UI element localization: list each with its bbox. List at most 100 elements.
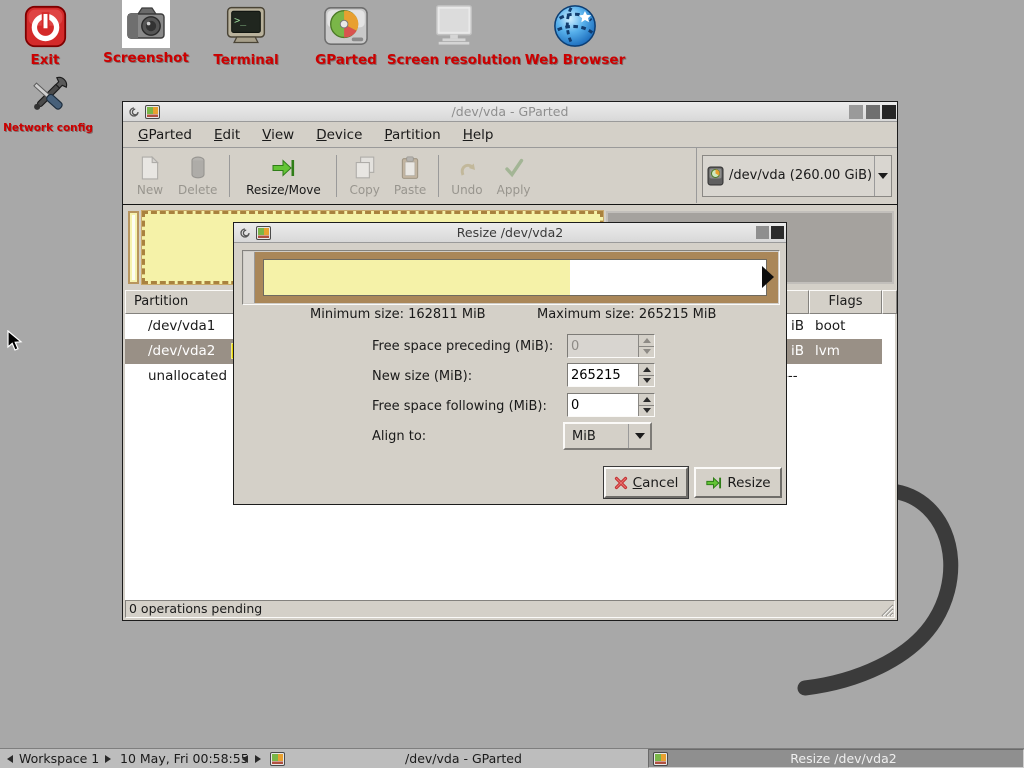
menu-view[interactable]: View xyxy=(251,124,305,146)
workspace-prev-icon[interactable] xyxy=(7,755,13,763)
pager-prev-icon[interactable] xyxy=(242,755,248,763)
size-fragment: iB xyxy=(791,339,804,364)
delete-partition-icon xyxy=(188,156,208,180)
camera-icon xyxy=(101,0,191,48)
desktop-icon-web-browser[interactable]: Web Browser xyxy=(520,2,630,68)
main-window-titlebar[interactable]: /dev/vda - GParted xyxy=(123,102,897,122)
new-size-label: New size (MiB): xyxy=(372,369,472,384)
desktop-icon-label: Network config xyxy=(2,122,94,134)
workspace-label: Workspace 1 xyxy=(19,751,99,766)
menu-device[interactable]: Device xyxy=(305,124,373,146)
menubar: GParted Edit View Device Partition Help xyxy=(123,122,897,148)
align-to-label: Align to: xyxy=(372,429,426,444)
toolbar-separator xyxy=(229,155,230,197)
desktop-icon-gparted[interactable]: GParted xyxy=(306,2,386,68)
desktop-icon-exit[interactable]: Exit xyxy=(12,2,78,68)
svg-text:>_: >_ xyxy=(234,15,247,26)
minimize-button[interactable] xyxy=(849,105,863,119)
status-bar: 0 operations pending xyxy=(125,600,895,618)
spin-down-icon[interactable] xyxy=(639,376,654,387)
task-title: /dev/vda - GParted xyxy=(285,751,642,766)
menu-help[interactable]: Help xyxy=(452,124,505,146)
spin-up-icon[interactable] xyxy=(639,394,654,406)
undo-button[interactable]: Undo xyxy=(444,151,489,201)
visual-partition-vda1[interactable] xyxy=(128,211,139,284)
free-space-following-input[interactable] xyxy=(568,394,638,416)
desktop-icon-label: GParted xyxy=(306,52,386,68)
desktop-icon-network-config[interactable]: Network config xyxy=(2,72,94,134)
resize-button-label: Resize xyxy=(727,475,770,491)
delete-button[interactable]: Delete xyxy=(171,151,224,201)
resize-move-button[interactable]: Resize/Move xyxy=(235,151,331,201)
free-space-following-label: Free space following (MiB): xyxy=(372,399,547,414)
chevron-down-icon xyxy=(635,433,645,439)
device-selector-area: /dev/vda (260.00 GiB) xyxy=(696,148,897,203)
flags-value: boot xyxy=(815,314,845,339)
left-grab-handle[interactable] xyxy=(244,252,255,303)
desktop-icon-screen-resolution[interactable]: Screen resolution xyxy=(384,2,524,68)
paste-icon xyxy=(400,156,420,180)
column-header-flags[interactable]: Flags xyxy=(809,290,882,314)
desktop-icon-terminal[interactable]: >_ Terminal xyxy=(204,2,288,68)
taskbar-task-gparted[interactable]: /dev/vda - GParted xyxy=(266,749,646,768)
tools-icon xyxy=(2,72,94,120)
gparted-app-mini-icon xyxy=(270,752,285,766)
partition-bar xyxy=(263,259,767,296)
resize-grip[interactable] xyxy=(879,602,894,617)
taskbar-task-resize-dialog[interactable]: Resize /dev/vda2 xyxy=(648,749,1024,768)
cancel-button-label: Cancel xyxy=(633,475,679,491)
menu-gparted[interactable]: GParted xyxy=(127,124,203,146)
partition-name: /dev/vda2 xyxy=(125,343,215,359)
menu-partition[interactable]: Partition xyxy=(373,124,451,146)
menu-edit[interactable]: Edit xyxy=(203,124,251,146)
maximum-size-label: Maximum size: 265215 MiB xyxy=(537,307,716,322)
align-to-value: MiB xyxy=(565,429,628,444)
copy-button[interactable]: Copy xyxy=(342,151,386,201)
new-button[interactable]: New xyxy=(129,151,171,201)
resize-button[interactable]: Resize xyxy=(694,467,782,498)
partition-name: unallocated xyxy=(125,368,227,384)
task-title: Resize /dev/vda2 xyxy=(668,751,1019,766)
undo-icon xyxy=(456,156,478,180)
spin-down-icon[interactable] xyxy=(639,406,654,417)
desktop-icon-label: Exit xyxy=(12,52,78,68)
column-header-stub xyxy=(882,290,897,314)
desktop-icon-label: Screen resolution xyxy=(384,52,524,68)
free-space-following-spinner xyxy=(567,393,655,417)
size-fragment: iB xyxy=(791,314,804,339)
desktop-icon-screenshot[interactable]: Screenshot xyxy=(101,0,191,66)
pager-arrows xyxy=(242,749,261,768)
maximize-button[interactable] xyxy=(866,105,880,119)
paste-button[interactable]: Paste xyxy=(387,151,433,201)
device-selector-value: /dev/vda (260.00 GiB) xyxy=(724,168,874,183)
device-selector-dropdown[interactable] xyxy=(874,156,891,196)
close-button[interactable] xyxy=(882,105,896,119)
pager-next-icon[interactable] xyxy=(255,755,261,763)
resize-dialog: Resize /dev/vda2 Minimum size: 162811 Mi… xyxy=(233,222,787,505)
flags-value: lvm xyxy=(815,339,840,364)
dialog-titlebar[interactable]: Resize /dev/vda2 xyxy=(234,223,786,243)
main-window-title: /dev/vda - GParted xyxy=(123,104,897,119)
chevron-down-icon xyxy=(878,173,888,179)
cancel-button[interactable]: Cancel xyxy=(604,467,688,498)
device-selector[interactable]: /dev/vda (260.00 GiB) xyxy=(702,155,892,197)
resize-move-icon xyxy=(271,156,295,180)
right-grab-arrow-icon[interactable] xyxy=(762,266,774,288)
toolbar-separator xyxy=(438,155,439,197)
spin-up-icon[interactable] xyxy=(639,364,654,376)
free-space-preceding-input xyxy=(568,335,638,357)
align-to-combobox[interactable]: MiB xyxy=(563,422,652,450)
close-button[interactable] xyxy=(771,226,784,239)
desktop-icon-label: Web Browser xyxy=(520,52,630,68)
terminal-icon: >_ xyxy=(204,2,288,50)
combo-dropdown[interactable] xyxy=(628,424,650,448)
resize-slider-widget xyxy=(242,250,780,305)
maximize-button[interactable] xyxy=(756,226,769,239)
operations-pending-text: 0 operations pending xyxy=(129,601,262,616)
clock: 10 May, Fri 00:58:55 xyxy=(120,749,249,768)
workspace-next-icon[interactable] xyxy=(105,755,111,763)
monitor-icon xyxy=(384,2,524,50)
apply-button[interactable]: Apply xyxy=(490,151,538,201)
new-size-input[interactable] xyxy=(568,364,638,386)
copy-icon xyxy=(354,156,376,180)
